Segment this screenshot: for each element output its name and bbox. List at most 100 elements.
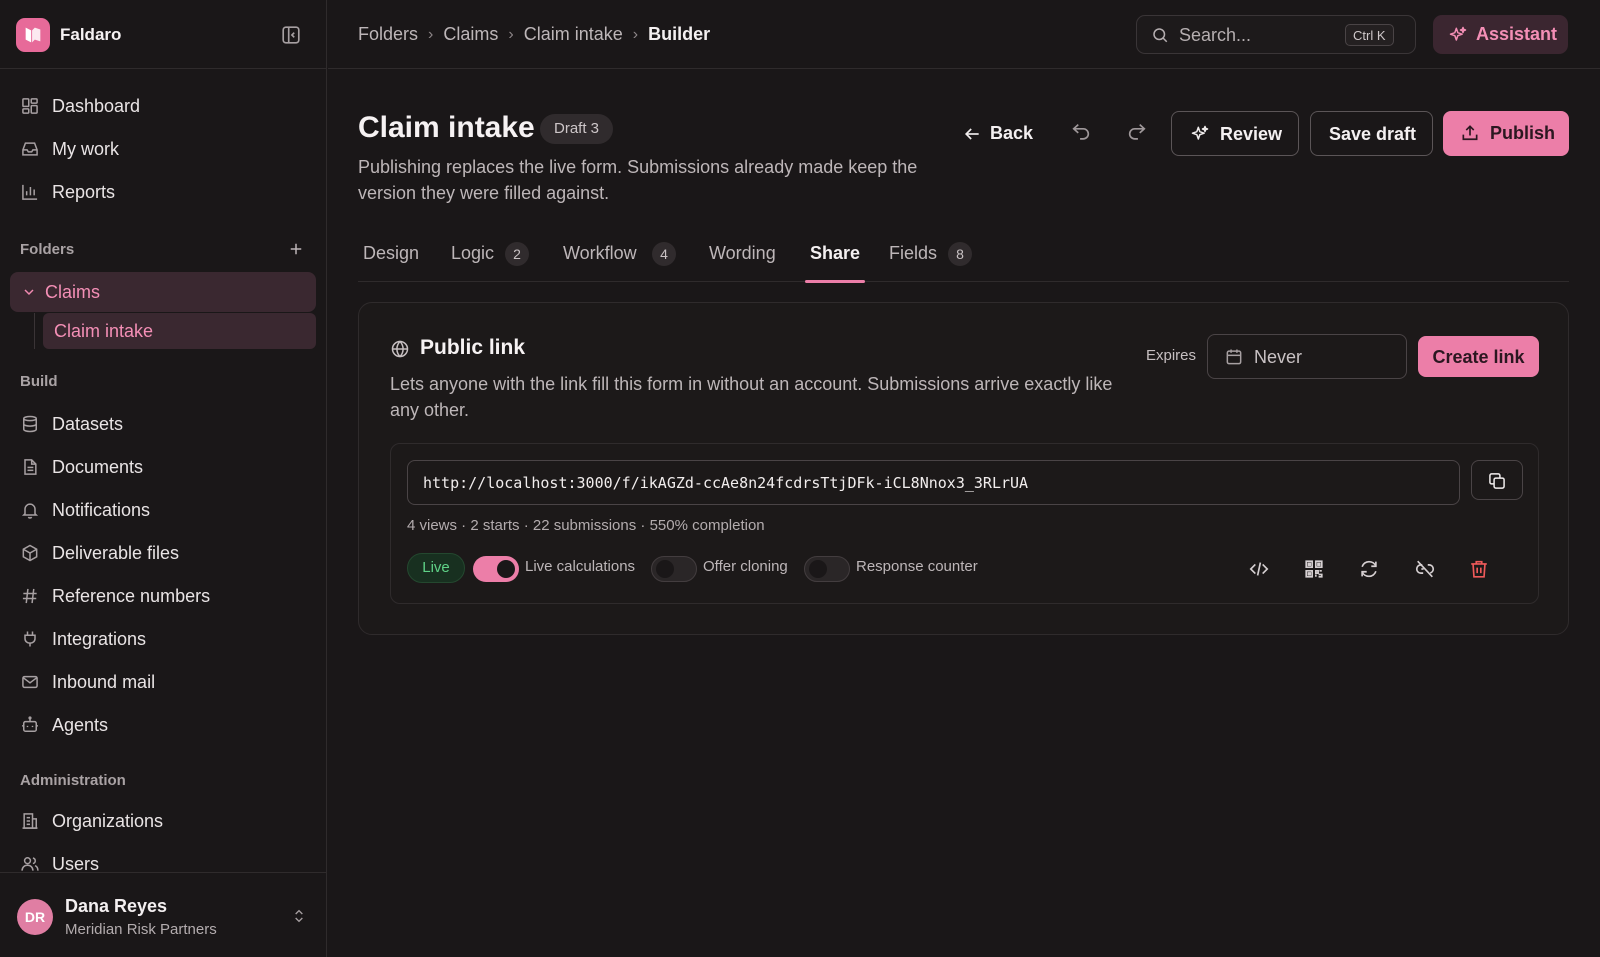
- qr-code-icon[interactable]: [1303, 558, 1325, 580]
- tab-fields[interactable]: Fields 8: [884, 232, 984, 282]
- nav-documents-label: Documents: [52, 457, 144, 477]
- search-placeholder: Search...: [1179, 25, 1252, 45]
- review-button[interactable]: Review: [1171, 111, 1299, 156]
- breadcrumb-builder: Builder: [648, 24, 711, 44]
- document-icon: [20, 457, 40, 477]
- tab-design[interactable]: Design: [358, 232, 428, 282]
- live-calculations-toggle[interactable]: [473, 556, 519, 582]
- brand-header: Faldaro: [0, 0, 327, 69]
- draft-badge: Draft 3: [540, 114, 614, 144]
- dashboard-icon: [20, 96, 40, 116]
- nav-my-work-label: My work: [52, 139, 119, 159]
- chevron-right-icon: ›: [632, 25, 639, 43]
- breadcrumb-claim-intake[interactable]: Claim intake: [524, 24, 623, 45]
- folder-claim-intake[interactable]: Claim intake: [43, 313, 316, 349]
- brand-name: Faldaro: [60, 25, 122, 44]
- nav-dashboard[interactable]: Dashboard: [10, 87, 316, 125]
- folder-claims[interactable]: Claims: [10, 272, 316, 312]
- toggle-knob: [656, 560, 674, 578]
- users-icon: [20, 854, 40, 874]
- nav-documents[interactable]: Documents: [10, 448, 316, 486]
- nav-reports[interactable]: Reports: [10, 173, 316, 211]
- undo-icon[interactable]: [1070, 121, 1094, 145]
- save-draft-button[interactable]: Save draft: [1310, 111, 1433, 156]
- nav-agents[interactable]: Agents: [10, 706, 316, 744]
- nav-dashboard-label: Dashboard: [52, 96, 141, 116]
- chevron-down-icon[interactable]: [21, 284, 37, 300]
- back-button[interactable]: Back: [952, 115, 1042, 153]
- response-counter-toggle[interactable]: [804, 556, 850, 582]
- sidebar: Faldaro Dashboard My work Reports Folder…: [0, 0, 327, 957]
- folder-claims-label: Claims: [45, 282, 101, 302]
- offer-cloning-toggle[interactable]: [651, 556, 697, 582]
- nav-deliverable-files[interactable]: Deliverable files: [10, 534, 316, 572]
- folder-claim-intake-label: Claim intake: [54, 321, 154, 341]
- plug-icon: [20, 629, 40, 649]
- breadcrumb-folders[interactable]: Folders: [358, 24, 418, 45]
- nav-my-work[interactable]: My work: [10, 130, 316, 168]
- expires-date-picker[interactable]: Never: [1207, 334, 1407, 379]
- collapse-sidebar-icon[interactable]: [280, 24, 302, 46]
- database-icon: [20, 414, 40, 434]
- package-icon: [20, 543, 40, 563]
- tab-logic-label: Logic: [451, 243, 495, 263]
- nav-organizations-label: Organizations: [52, 811, 164, 831]
- user-menu[interactable]: DR Dana Reyes Meridian Risk Partners: [0, 872, 327, 957]
- public-link-title: Public link: [420, 336, 526, 359]
- nav-notifications[interactable]: Notifications: [10, 491, 316, 529]
- page-description: Publishing replaces the live form. Submi…: [358, 157, 918, 203]
- unlink-icon[interactable]: [1414, 558, 1436, 580]
- building-icon: [20, 811, 40, 831]
- publish-button[interactable]: Publish: [1443, 111, 1569, 156]
- link-url-value: http://localhost:3000/f/ikAGZd-ccAe8n24f…: [423, 474, 1029, 492]
- tab-fields-count: 8: [948, 242, 972, 266]
- bot-icon: [20, 715, 40, 735]
- link-url-field[interactable]: http://localhost:3000/f/ikAGZd-ccAe8n24f…: [407, 460, 1460, 505]
- folder-tree-line: [34, 313, 35, 349]
- copy-link-button[interactable]: [1471, 460, 1523, 500]
- tab-logic[interactable]: Logic 2: [446, 232, 544, 282]
- tab-workflow[interactable]: Workflow 4: [558, 232, 683, 282]
- tab-workflow-label: Workflow: [563, 243, 637, 263]
- tab-share[interactable]: Share: [805, 232, 865, 283]
- trash-icon[interactable]: [1468, 558, 1490, 580]
- tab-wording[interactable]: Wording: [704, 232, 790, 282]
- status-badge: Live: [407, 553, 465, 583]
- nav-deliverable-files-label: Deliverable files: [52, 543, 180, 563]
- chevron-up-down-icon[interactable]: [291, 907, 307, 925]
- search-input[interactable]: Search... Ctrl K: [1136, 15, 1416, 54]
- public-link-card: Public link Lets anyone with the link fi…: [358, 302, 1569, 635]
- active-tab-indicator: [805, 280, 865, 283]
- nav-datasets[interactable]: Datasets: [10, 405, 316, 443]
- sparkles-icon: [1190, 124, 1210, 144]
- embed-code-icon[interactable]: [1248, 558, 1270, 580]
- response-counter-label: Response counter: [856, 558, 978, 575]
- assistant-button[interactable]: Assistant: [1433, 15, 1568, 54]
- breadcrumb-claims[interactable]: Claims: [443, 24, 498, 45]
- globe-icon: [390, 339, 410, 359]
- add-folder-icon[interactable]: [287, 240, 305, 258]
- back-label: Back: [990, 123, 1034, 143]
- toggle-knob: [809, 560, 827, 578]
- tab-logic-count: 2: [505, 242, 529, 266]
- nav-notifications-label: Notifications: [52, 500, 151, 520]
- create-link-button[interactable]: Create link: [1418, 336, 1539, 377]
- create-link-label: Create link: [1432, 347, 1525, 367]
- redo-icon[interactable]: [1126, 121, 1150, 145]
- assistant-label: Assistant: [1476, 24, 1558, 44]
- search-icon: [1151, 26, 1169, 44]
- regenerate-icon[interactable]: [1358, 558, 1380, 580]
- tab-share-label: Share: [810, 243, 861, 263]
- nav-reference-numbers[interactable]: Reference numbers: [10, 577, 316, 615]
- tab-wording-label: Wording: [709, 243, 776, 263]
- nav-integrations-label: Integrations: [52, 629, 147, 649]
- nav-inbound-mail[interactable]: Inbound mail: [10, 663, 316, 701]
- search-shortcut: Ctrl K: [1345, 24, 1394, 46]
- brand-logo-icon[interactable]: [16, 18, 50, 52]
- breadcrumb: Folders › Claims › Claim intake › Builde…: [358, 24, 710, 45]
- hash-icon: [20, 586, 40, 606]
- nav-integrations[interactable]: Integrations: [10, 620, 316, 658]
- nav-organizations[interactable]: Organizations: [10, 802, 316, 840]
- bell-icon: [20, 500, 40, 520]
- page-title: Claim intake: [358, 111, 535, 144]
